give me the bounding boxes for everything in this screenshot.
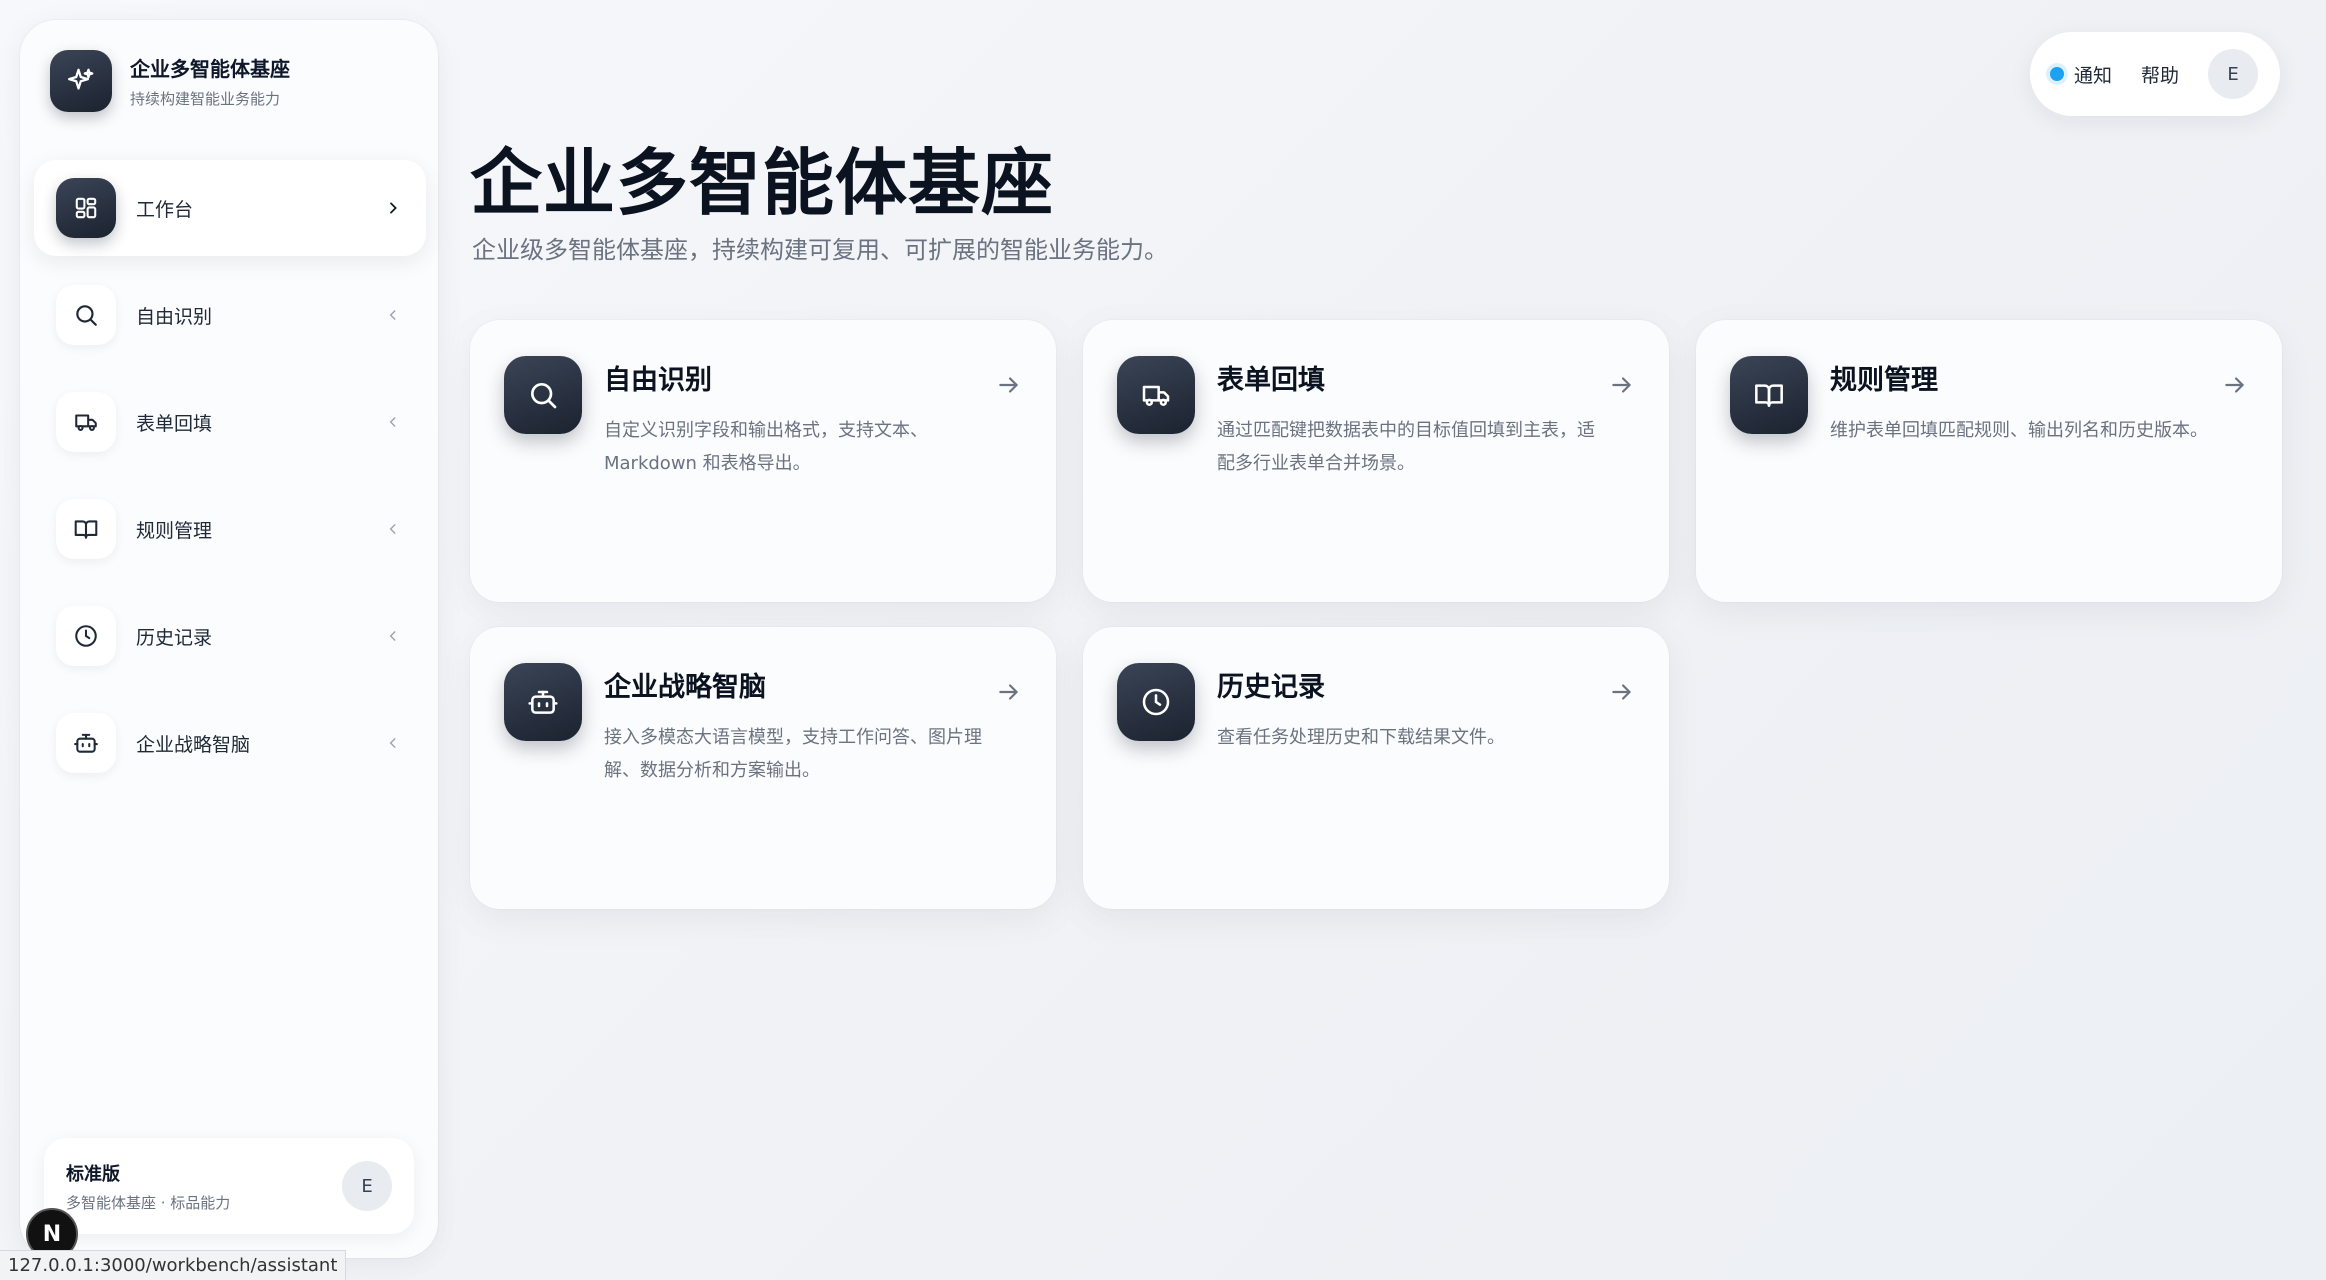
card-strategy-brain[interactable]: 企业战略智脑 接入多模态大语言模型，支持工作问答、图片理解、数据分析和方案输出。 <box>470 627 1056 909</box>
brand-subtitle: 持续构建智能业务能力 <box>130 90 281 108</box>
sidebar-item-strategy-brain[interactable]: 企业战略智脑 <box>34 695 426 791</box>
avatar[interactable]: E <box>342 1161 392 1211</box>
chevron-left-icon <box>382 625 404 647</box>
plan-card[interactable]: 标准版 多智能体基座 · 标品能力 E <box>44 1138 414 1234</box>
sidebar-item-label: 企业战略智脑 <box>136 733 251 756</box>
arrow-right-icon <box>2225 377 2244 393</box>
sidebar-item-label: 规则管理 <box>136 519 213 542</box>
book-icon <box>56 499 116 559</box>
card-title: 企业战略智脑 <box>604 672 766 703</box>
avatar[interactable]: E <box>2208 49 2258 99</box>
help-button[interactable]: 帮助 <box>2130 61 2190 88</box>
card-rule-management[interactable]: 规则管理 维护表单回填匹配规则、输出列名和历史版本。 <box>1696 320 2282 602</box>
arrow-right-icon <box>999 377 1018 393</box>
status-dot-icon <box>2050 67 2064 81</box>
sidebar-item-label: 历史记录 <box>136 626 213 649</box>
sidebar-item-label: 表单回填 <box>136 412 213 435</box>
sidebar-item-free-recognition[interactable]: 自由识别 <box>34 267 426 363</box>
arrow-right-icon <box>1612 684 1631 700</box>
card-form-fill[interactable]: 表单回填 通过匹配键把数据表中的目标值回填到主表，适配多行业表单合并场景。 <box>1083 320 1669 602</box>
arrow-right-icon <box>1612 377 1631 393</box>
sidebar-item-workbench[interactable]: 工作台 <box>34 160 426 256</box>
card-title: 自由识别 <box>604 365 712 396</box>
card-description: 自定义识别字段和输出格式，支持文本、Markdown 和表格导出。 <box>604 420 928 474</box>
clock-icon <box>1117 663 1195 741</box>
card-title: 历史记录 <box>1217 672 1325 703</box>
card-title: 表单回填 <box>1217 365 1325 396</box>
grid-icon <box>56 178 116 238</box>
plan-title: 标准版 <box>66 1163 120 1185</box>
brand[interactable]: 企业多智能体基座 持续构建智能业务能力 <box>50 50 290 112</box>
clock-icon <box>56 606 116 666</box>
sidebar-item-rule-management[interactable]: 规则管理 <box>34 481 426 577</box>
sidebar-nav: 工作台 自由识别 表单回填 规则管理 历史记录 企业战略智脑 <box>34 160 426 802</box>
chevron-left-icon <box>382 304 404 326</box>
card-description: 通过匹配键把数据表中的目标值回填到主表，适配多行业表单合并场景。 <box>1217 420 1595 474</box>
chevron-right-icon <box>382 197 404 219</box>
status-url: 127.0.0.1:3000/workbench/assistant <box>0 1250 347 1280</box>
sidebar: 企业多智能体基座 持续构建智能业务能力 工作台 自由识别 表单回填 规则管理 历… <box>20 20 438 1258</box>
card-title: 规则管理 <box>1830 365 1938 396</box>
chevron-left-icon <box>382 732 404 754</box>
card-description: 维护表单回填匹配规则、输出列名和历史版本。 <box>1830 420 2208 441</box>
sidebar-item-form-fill[interactable]: 表单回填 <box>34 374 426 470</box>
sidebar-item-label: 工作台 <box>136 198 194 221</box>
notify-label: 通知 <box>2074 64 2113 87</box>
sparkle-icon <box>50 50 112 112</box>
sidebar-item-label: 自由识别 <box>136 305 213 328</box>
card-free-recognition[interactable]: 自由识别 自定义识别字段和输出格式，支持文本、Markdown 和表格导出。 <box>470 320 1056 602</box>
sidebar-item-history[interactable]: 历史记录 <box>34 588 426 684</box>
chevron-left-icon <box>382 518 404 540</box>
notify-button[interactable]: 通知 <box>2050 61 2112 88</box>
page-subtitle: 企业级多智能体基座，持续构建可复用、可扩展的智能业务能力。 <box>472 236 1168 264</box>
bot-icon <box>56 713 116 773</box>
bot-icon <box>504 663 582 741</box>
top-actions: 通知 帮助 E <box>2030 32 2280 116</box>
page-title: 企业多智能体基座 <box>470 141 1055 225</box>
search-icon <box>56 285 116 345</box>
plan-subtitle: 多智能体基座 · 标品能力 <box>66 1193 231 1212</box>
chevron-left-icon <box>382 411 404 433</box>
card-history[interactable]: 历史记录 查看任务处理历史和下载结果文件。 <box>1083 627 1669 909</box>
truck-icon <box>56 392 116 452</box>
brand-title: 企业多智能体基座 <box>130 57 290 81</box>
card-description: 接入多模态大语言模型，支持工作问答、图片理解、数据分析和方案输出。 <box>604 727 982 781</box>
card-description: 查看任务处理历史和下载结果文件。 <box>1217 727 1505 748</box>
book-icon <box>1730 356 1808 434</box>
truck-icon <box>1117 356 1195 434</box>
arrow-right-icon <box>999 684 1018 700</box>
search-icon <box>504 356 582 434</box>
